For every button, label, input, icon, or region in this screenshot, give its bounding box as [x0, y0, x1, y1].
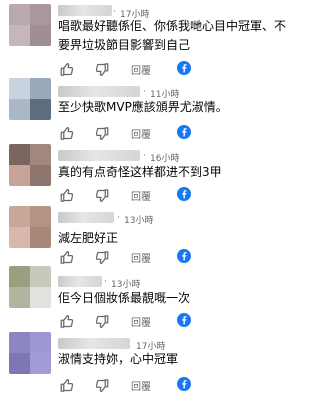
comment-list: · 17小時 唱歌最好聽係佢、你係我哋心目中冠軍、不要畀垃圾節目影響到自己 回覆… — [0, 0, 301, 400]
facebook-badge — [177, 376, 191, 395]
avatar[interactable] — [9, 144, 51, 186]
thumbs-up-icon — [60, 250, 74, 264]
like-button[interactable] — [60, 60, 75, 78]
avatar-pixel — [9, 4, 30, 25]
avatar-pixel — [9, 332, 30, 353]
comment-time-prefix: · — [143, 87, 146, 97]
comment-actions: 回覆 — [58, 248, 298, 266]
commenter-name-blurred[interactable] — [58, 338, 130, 349]
avatar[interactable] — [9, 78, 51, 120]
facebook-badge — [177, 60, 191, 79]
reply-button[interactable]: 回覆 — [131, 378, 151, 393]
comment-time-prefix: · — [117, 213, 120, 223]
like-button[interactable] — [60, 312, 75, 330]
dislike-button[interactable] — [94, 312, 109, 330]
comment-text: 真的有点奇怪这样都进不到3甲 — [58, 165, 222, 179]
comment-time-prefix: · — [113, 7, 116, 17]
comment-time-prefix: · — [143, 151, 146, 161]
avatar-pixel — [30, 99, 51, 120]
like-button[interactable] — [60, 248, 75, 266]
thumbs-down-icon — [95, 314, 109, 328]
thumbs-up-icon — [60, 314, 74, 328]
comment-text: 至少快歌MVP應該頒畀尤淑情。 — [58, 100, 228, 114]
reply-button[interactable]: 回覆 — [131, 250, 151, 265]
dislike-button[interactable] — [94, 186, 109, 204]
like-button[interactable] — [60, 376, 75, 394]
avatar-pixel — [30, 227, 51, 248]
reply-button[interactable]: 回覆 — [131, 314, 151, 329]
avatar-pixel — [9, 165, 30, 186]
avatar-pixel — [30, 25, 51, 46]
avatar-pixel — [9, 266, 30, 287]
thumbs-down-icon — [95, 378, 109, 392]
avatar-pixel — [9, 99, 30, 120]
avatar-pixel — [9, 353, 30, 374]
avatar-pixel — [30, 332, 51, 353]
comment-actions: 回覆 — [58, 186, 298, 204]
avatar[interactable] — [9, 332, 51, 374]
facebook-badge — [177, 312, 191, 331]
commenter-name-blurred[interactable] — [58, 276, 102, 287]
thumbs-up-icon — [60, 188, 74, 202]
comment-actions: 回覆 — [58, 60, 298, 78]
thumbs-up-icon — [60, 62, 74, 76]
facebook-icon — [177, 61, 191, 75]
avatar-pixel — [30, 144, 51, 165]
comment-actions: 回覆 — [58, 376, 298, 394]
avatar-pixel — [9, 287, 30, 308]
avatar-pixel — [30, 353, 51, 374]
comment-text: 淑情支持妳，心中冠軍 — [58, 352, 179, 366]
facebook-icon — [177, 187, 191, 201]
avatar[interactable] — [9, 206, 51, 248]
commenter-name-blurred[interactable] — [58, 212, 114, 223]
commenter-name-blurred[interactable] — [58, 5, 112, 16]
thumbs-up-icon — [60, 378, 74, 392]
thumbs-down-icon — [95, 250, 109, 264]
avatar-pixel — [30, 287, 51, 308]
comment-time-prefix: · — [104, 277, 107, 287]
avatar-pixel — [30, 4, 51, 25]
facebook-icon — [177, 249, 191, 263]
avatar-pixel — [30, 206, 51, 227]
reply-button[interactable]: 回覆 — [131, 62, 151, 77]
avatar-pixel — [30, 266, 51, 287]
dislike-button[interactable] — [94, 376, 109, 394]
thumbs-up-icon — [60, 126, 74, 140]
comment-text: 佢今日個妝係最靚嘅一次 — [58, 291, 191, 305]
facebook-icon — [177, 125, 191, 139]
reply-button[interactable]: 回覆 — [131, 126, 151, 141]
facebook-icon — [177, 377, 191, 391]
dislike-button[interactable] — [94, 124, 109, 142]
facebook-badge — [177, 124, 191, 143]
commenter-name-blurred[interactable] — [58, 150, 140, 161]
comment-actions: 回覆 — [58, 124, 298, 142]
avatar[interactable] — [9, 266, 51, 308]
avatar-pixel — [9, 78, 30, 99]
like-button[interactable] — [60, 186, 75, 204]
avatar-pixel — [9, 206, 30, 227]
avatar[interactable] — [9, 4, 51, 46]
thumbs-down-icon — [95, 62, 109, 76]
comment-text: 唱歌最好聽係佢、你係我哋心目中冠軍、不要畀垃圾節目影響到自己 — [58, 19, 287, 52]
thumbs-down-icon — [95, 188, 109, 202]
avatar-pixel — [9, 144, 30, 165]
facebook-badge — [177, 248, 191, 267]
avatar-pixel — [30, 78, 51, 99]
dislike-button[interactable] — [94, 248, 109, 266]
comment-text: 減左肥好正 — [58, 231, 119, 245]
thumbs-down-icon — [95, 126, 109, 140]
avatar-pixel — [9, 227, 30, 248]
facebook-badge — [177, 186, 191, 205]
like-button[interactable] — [60, 124, 75, 142]
commenter-name-blurred[interactable] — [58, 86, 140, 97]
dislike-button[interactable] — [94, 60, 109, 78]
avatar-pixel — [9, 25, 30, 46]
reply-button[interactable]: 回覆 — [131, 188, 151, 203]
comment-actions: 回覆 — [58, 312, 298, 330]
comment-timestamp[interactable]: 13小時 — [124, 213, 153, 226]
facebook-icon — [177, 313, 191, 327]
avatar-pixel — [30, 165, 51, 186]
